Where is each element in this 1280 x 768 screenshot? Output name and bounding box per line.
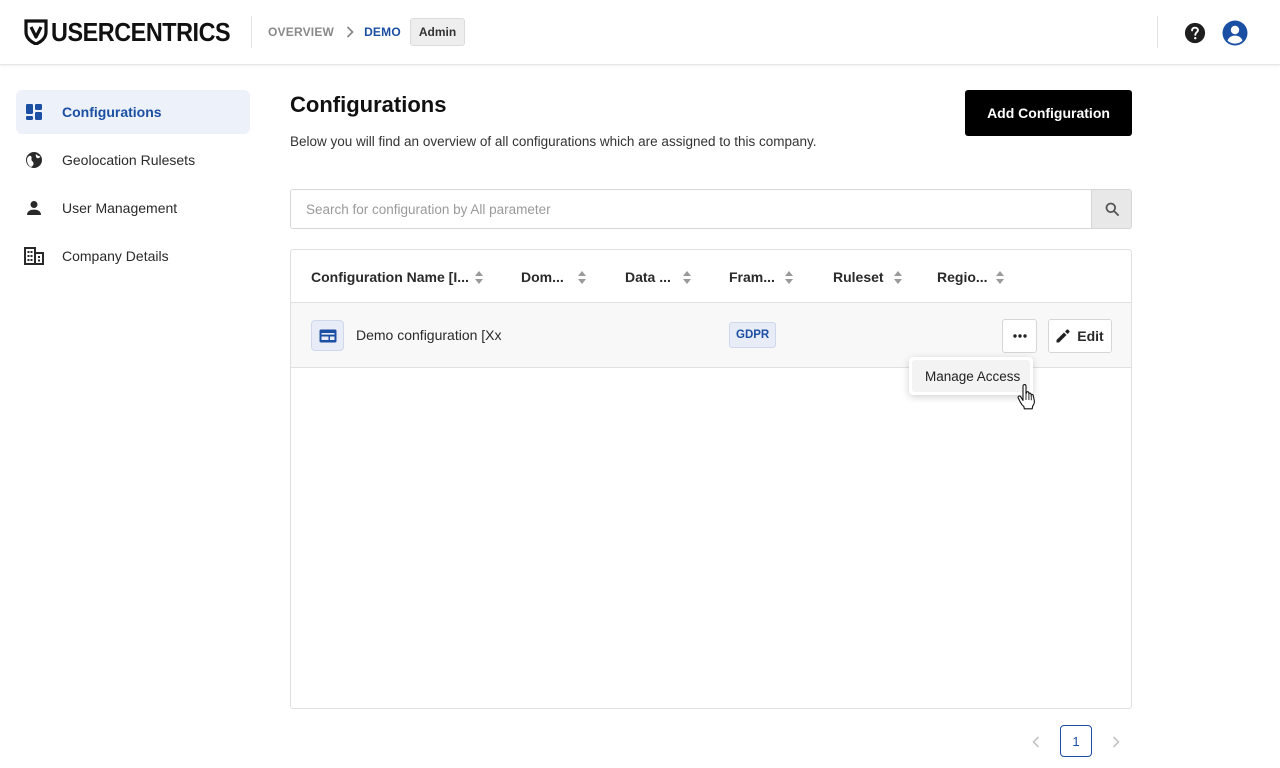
sidebar-item-label: Geolocation Rulesets [62, 152, 196, 168]
divider [1157, 16, 1158, 48]
pencil-icon [1056, 329, 1070, 343]
column-header-ruleset[interactable]: Ruleset [833, 269, 902, 285]
table-header: Configuration Name [I... Dom... Data ...… [291, 250, 1131, 303]
divider [251, 16, 252, 48]
globe-icon [24, 150, 44, 170]
sidebar-nav: Configurations Geolocation Rulesets User… [16, 90, 250, 282]
breadcrumb-current[interactable]: DEMO [364, 25, 401, 39]
sort-icon [474, 270, 483, 284]
page-number-button[interactable]: 1 [1060, 725, 1092, 757]
add-configuration-button[interactable]: Add Configuration [965, 90, 1132, 136]
sort-icon [995, 270, 1004, 284]
breadcrumb-overview-link[interactable]: OVERVIEW [268, 25, 334, 39]
account-circle-icon[interactable] [1222, 20, 1248, 46]
sort-icon [893, 270, 902, 284]
sidebar-item-geolocation-rulesets[interactable]: Geolocation Rulesets [16, 138, 250, 182]
usercentrics-logo[interactable]: USERCENTRICS [24, 18, 250, 46]
search-input[interactable] [291, 190, 1091, 228]
dashboard-icon [24, 102, 44, 122]
column-header-data[interactable]: Data ... [625, 269, 691, 285]
column-header-domain[interactable]: Dom... [521, 269, 586, 285]
column-label: Dom... [521, 269, 564, 285]
framework-badge: GDPR [729, 322, 777, 348]
column-header-configuration-name[interactable]: Configuration Name [I... [311, 269, 483, 285]
chevron-right-icon [346, 26, 354, 38]
top-bar: USERCENTRICS OVERVIEW DEMO Admin [0, 0, 1280, 65]
page-title: Configurations [290, 92, 447, 117]
column-label: Fram... [729, 269, 775, 285]
role-badge: Admin [409, 18, 466, 46]
column-header-framework[interactable]: Fram... [729, 269, 793, 285]
sidebar-item-label: Configurations [62, 104, 162, 120]
sidebar-item-label: User Management [62, 200, 178, 216]
sort-icon [682, 270, 691, 284]
search-icon [1105, 202, 1119, 216]
hand-pointer-cursor-icon [1017, 384, 1035, 410]
row-actions-menu: Manage Access [909, 357, 1033, 395]
column-label: Data ... [625, 269, 671, 285]
search-bar [290, 189, 1132, 229]
sidebar-item-label: Company Details [62, 248, 169, 264]
sort-icon [577, 270, 586, 284]
brand-name: USERCENTRICS [51, 17, 231, 47]
building-icon [24, 246, 44, 266]
page-description: Below you will find an overview of all c… [290, 134, 817, 149]
manage-access-menu-item[interactable]: Manage Access [912, 360, 1030, 392]
column-label: Ruleset [833, 269, 884, 285]
next-page-icon[interactable] [1108, 733, 1124, 751]
breadcrumb: OVERVIEW DEMO Admin [268, 18, 466, 46]
sort-icon [784, 270, 793, 284]
search-button[interactable] [1091, 190, 1131, 228]
edit-label: Edit [1077, 328, 1104, 344]
more-horizontal-icon [1012, 334, 1027, 338]
column-label: Configuration Name [I... [311, 269, 469, 285]
edit-button[interactable]: Edit [1048, 319, 1112, 353]
column-label: Regio... [937, 269, 988, 285]
web-window-icon [311, 320, 344, 351]
person-icon [24, 198, 44, 218]
column-header-region[interactable]: Regio... [937, 269, 1004, 285]
shield-logo-icon [24, 19, 48, 45]
more-actions-button[interactable] [1002, 319, 1037, 353]
sidebar-item-user-management[interactable]: User Management [16, 186, 250, 230]
configuration-name[interactable]: Demo configuration [Xx [356, 327, 502, 343]
help-circle-icon[interactable] [1184, 22, 1206, 44]
sidebar-item-configurations[interactable]: Configurations [16, 90, 250, 134]
previous-page-icon[interactable] [1028, 733, 1044, 751]
configurations-table: Configuration Name [I... Dom... Data ...… [290, 249, 1132, 709]
sidebar-item-company-details[interactable]: Company Details [16, 234, 250, 278]
